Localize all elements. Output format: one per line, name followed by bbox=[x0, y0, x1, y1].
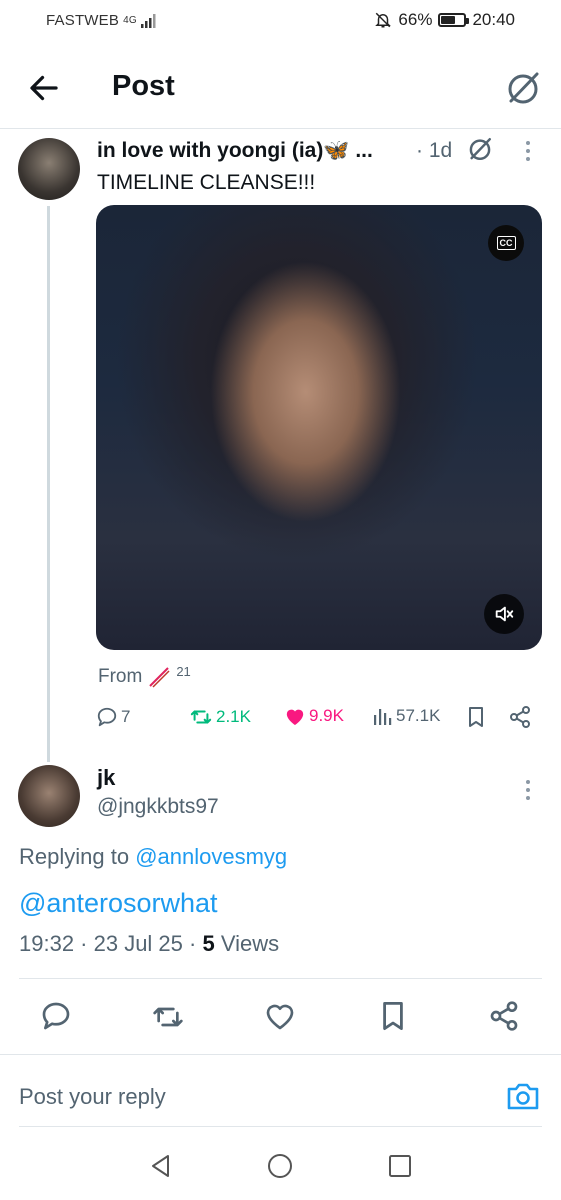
bookmark-button[interactable] bbox=[379, 1000, 407, 1032]
cc-label: CC bbox=[496, 236, 516, 250]
views-label: Views bbox=[220, 931, 280, 956]
views-button[interactable]: 57.1K bbox=[373, 706, 440, 726]
square-recents-icon bbox=[389, 1155, 411, 1177]
camera-icon bbox=[507, 1083, 539, 1110]
retweet-button[interactable] bbox=[151, 1001, 185, 1033]
nav-home-button[interactable] bbox=[264, 1150, 296, 1182]
network-type: 4G bbox=[123, 15, 137, 26]
signal-icon bbox=[140, 13, 156, 28]
nav-back-button[interactable] bbox=[145, 1150, 177, 1182]
analytics-icon bbox=[374, 709, 392, 725]
replying-to-link[interactable]: @annlovesmyg bbox=[135, 844, 287, 869]
from-count: 21 bbox=[176, 664, 191, 679]
reply-icon bbox=[97, 707, 117, 727]
retweet-count: 2.1K bbox=[216, 707, 251, 726]
clock: 20:40 bbox=[472, 10, 515, 29]
more-vertical-icon bbox=[526, 141, 530, 161]
video-source[interactable]: From 21 bbox=[98, 664, 191, 688]
like-count: 9.9K bbox=[309, 706, 344, 725]
battery-icon bbox=[438, 13, 470, 27]
reply-count: 7 bbox=[121, 707, 131, 726]
mention-link[interactable]: @anterosorwhat bbox=[19, 888, 218, 919]
page-title: Post bbox=[112, 70, 175, 102]
retweet-icon bbox=[153, 1007, 183, 1027]
reply-count-button[interactable]: 7 bbox=[96, 706, 130, 728]
status-carrier: FASTWEB 4G bbox=[46, 12, 157, 29]
share-icon bbox=[490, 1001, 518, 1031]
replying-prefix: Replying to bbox=[19, 844, 130, 869]
like-button[interactable] bbox=[264, 1001, 296, 1031]
arrow-left-icon bbox=[30, 75, 58, 101]
meta-divider bbox=[19, 978, 542, 979]
grok-icon bbox=[469, 137, 492, 161]
bookmark-icon bbox=[383, 1002, 403, 1030]
grok-icon bbox=[508, 72, 539, 104]
timestamp: 19:32 · 23 Jul 25 · bbox=[19, 931, 197, 956]
tweet-age: · 1d bbox=[416, 139, 453, 162]
replying-to: Replying to @annlovesmyg bbox=[19, 844, 287, 870]
bookmark-icon bbox=[469, 707, 483, 727]
heart-filled-icon bbox=[286, 709, 304, 726]
composer-divider bbox=[0, 1054, 561, 1055]
captions-button[interactable]: CC bbox=[488, 225, 524, 261]
chopsticks-icon bbox=[149, 667, 170, 688]
avatar[interactable] bbox=[18, 765, 80, 827]
status-right: 66% 20:40 bbox=[374, 10, 515, 30]
tweet-video[interactable]: CC bbox=[96, 205, 542, 650]
grok-button[interactable] bbox=[503, 68, 543, 108]
more-options-button[interactable] bbox=[520, 140, 536, 162]
camera-button[interactable] bbox=[506, 1081, 540, 1111]
circle-home-icon bbox=[268, 1154, 292, 1178]
post-meta: 19:32 · 23 Jul 25 · 5 Views bbox=[19, 931, 279, 957]
volume-muted-icon bbox=[495, 606, 514, 622]
more-vertical-icon bbox=[526, 780, 530, 800]
reply-icon bbox=[42, 1002, 70, 1030]
share-button[interactable] bbox=[488, 1000, 520, 1032]
share-icon bbox=[510, 706, 530, 728]
triangle-back-icon bbox=[152, 1155, 169, 1177]
reply-input[interactable]: Post your reply bbox=[19, 1084, 166, 1110]
like-count-button[interactable]: 9.9K bbox=[284, 706, 344, 726]
reply-button[interactable] bbox=[40, 1000, 72, 1032]
mute-button[interactable] bbox=[484, 594, 524, 634]
nav-recents-button[interactable] bbox=[384, 1150, 416, 1182]
header-divider bbox=[0, 128, 561, 129]
grok-small-button[interactable] bbox=[466, 135, 494, 163]
reply-author-name[interactable]: jk bbox=[97, 765, 115, 791]
back-button[interactable] bbox=[26, 70, 62, 106]
share-button[interactable] bbox=[508, 705, 532, 729]
tweet-author-name[interactable]: in love with yoongi (ia)🦋 ... bbox=[97, 139, 373, 163]
heart-icon bbox=[266, 1004, 294, 1030]
bookmark-button[interactable] bbox=[466, 706, 486, 728]
views-count: 57.1K bbox=[396, 706, 441, 725]
retweet-count-button[interactable]: 2.1K bbox=[189, 706, 251, 728]
avatar[interactable] bbox=[18, 138, 80, 200]
tweet-text: TIMELINE CLEANSE!!! bbox=[97, 171, 316, 194]
thread-line bbox=[47, 206, 50, 762]
composer-underline bbox=[19, 1126, 542, 1127]
retweet-icon bbox=[190, 710, 212, 724]
more-options-button[interactable] bbox=[520, 779, 536, 801]
carrier-name: FASTWEB bbox=[46, 12, 120, 29]
reply-author-handle[interactable]: @jngkkbts97 bbox=[97, 795, 219, 819]
from-label: From bbox=[98, 666, 143, 687]
bell-muted-icon bbox=[375, 12, 392, 28]
battery-percent: 66% bbox=[398, 10, 433, 29]
views-count: 5 bbox=[202, 931, 215, 956]
